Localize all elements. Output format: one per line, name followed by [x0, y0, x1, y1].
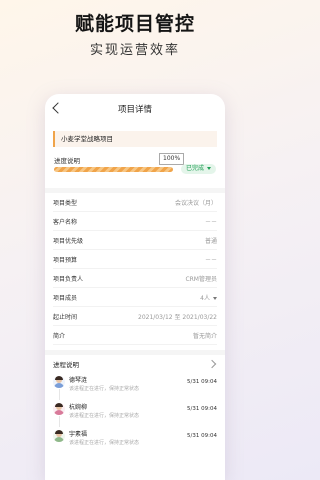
- promo-title: 赋能项目管控: [74, 13, 195, 35]
- field-row-customer[interactable]: 客户名称 －－: [53, 212, 217, 231]
- field-row-owner[interactable]: 项目负责人 CRM管理员: [53, 269, 217, 288]
- avatar: [53, 403, 65, 415]
- entry-time: 5/31 09:04: [187, 433, 217, 439]
- status-label: 已完成: [186, 165, 205, 172]
- field-value: －－: [204, 256, 217, 264]
- entry-note: 该进程正在进行，保持正常状态: [69, 386, 140, 392]
- field-row-priority[interactable]: 项目优先级 普通: [53, 231, 217, 250]
- avatar: [53, 430, 65, 442]
- entry-name: 德琴涟: [69, 377, 88, 384]
- members-count: 4人: [200, 294, 210, 302]
- progress-log: 进程说明 德琴涟 该进程正在进行，保持正常状态 5/31 09:04 杭婉柳 该…: [53, 355, 217, 454]
- field-label: 客户名称: [53, 218, 78, 226]
- entry-time: 5/31 09:04: [187, 379, 217, 385]
- field-value: 普通: [204, 237, 217, 245]
- field-list: 项目类型 会议决议（月） 客户名称 －－ 项目优先级 普通 项目预算 －－ 项目负责人 C…: [53, 193, 217, 345]
- entry-time: 5/31 09:04: [187, 406, 217, 412]
- chevron-down-icon: [213, 296, 217, 300]
- progress-label: 进度说明: [54, 157, 80, 165]
- page-title: 项目详情: [117, 105, 152, 115]
- avatar-body: [54, 410, 64, 415]
- avatar-hair: [55, 430, 63, 434]
- entry-name: 杭婉柳: [69, 404, 88, 411]
- progress-bar: [54, 167, 173, 172]
- timeline-line: [58, 389, 60, 400]
- field-label: 项目类型: [53, 199, 78, 207]
- chevron-down-icon: [207, 167, 212, 170]
- entry-note: 该进程正在进行，保持正常状态: [69, 440, 140, 446]
- list-item[interactable]: 宇素福 该进程正在进行，保持正常状态 5/31 09:04: [53, 427, 217, 454]
- chevron-right-icon[interactable]: [207, 359, 217, 369]
- entry-note: 该进程正在进行，保持正常状态: [69, 413, 140, 419]
- field-row-members[interactable]: 项目成员 4人: [53, 288, 217, 307]
- avatar-hair: [55, 376, 63, 380]
- field-label: 项目负责人: [53, 275, 84, 283]
- list-item[interactable]: 德琴涟 该进程正在进行，保持正常状态 5/31 09:04: [53, 373, 217, 400]
- avatar-body: [54, 383, 64, 388]
- status-badge[interactable]: 已完成: [181, 164, 217, 174]
- field-row-period[interactable]: 起止时间 2021/03/12 至 2021/03/22: [53, 307, 217, 326]
- field-value: 2021/03/12 至 2021/03/22: [138, 313, 217, 321]
- field-label: 起止时间: [53, 313, 78, 321]
- field-row-budget[interactable]: 项目预算 －－: [53, 250, 217, 269]
- project-name: 小麦学堂战略项目: [53, 131, 217, 147]
- timeline-line: [58, 416, 60, 427]
- nav-bar: 项目详情: [45, 100, 225, 126]
- progress-card: 进度说明 100% 已完成: [53, 152, 217, 183]
- avatar-body: [54, 437, 64, 442]
- list-item[interactable]: 杭婉柳 该进程正在进行，保持正常状态 5/31 09:04: [53, 400, 217, 427]
- avatar-hair: [55, 403, 63, 407]
- field-value: －－: [204, 218, 217, 226]
- progress-percent: 100%: [159, 153, 185, 165]
- field-value: CRM管理员: [185, 275, 217, 283]
- promo-header: 赋能项目管控 实现运营效率: [0, 12, 270, 59]
- field-label: 项目预算: [53, 256, 78, 264]
- entry-name: 宇素福: [69, 431, 88, 438]
- field-value: 4人: [200, 293, 217, 302]
- field-label: 项目优先级: [53, 237, 84, 245]
- field-label: 简介: [53, 332, 66, 340]
- field-value: 会议决议（月）: [174, 199, 217, 207]
- field-label: 项目成员: [53, 294, 78, 302]
- progress-bar-fill: [54, 167, 173, 172]
- field-row-intro[interactable]: 简介 暂无简介: [53, 326, 217, 345]
- promo-subtitle: 实现运营效率: [89, 43, 180, 58]
- phone-screen: 项目详情 小麦学堂战略项目 进度说明 100% 已完成 项目类型 会议决议（月） …: [45, 94, 225, 480]
- field-row-type[interactable]: 项目类型 会议决议（月）: [53, 193, 217, 212]
- progress-log-header[interactable]: 进程说明: [53, 355, 217, 373]
- progress-log-title: 进程说明: [53, 361, 79, 369]
- field-value: 暂无简介: [192, 332, 217, 340]
- avatar: [53, 376, 65, 388]
